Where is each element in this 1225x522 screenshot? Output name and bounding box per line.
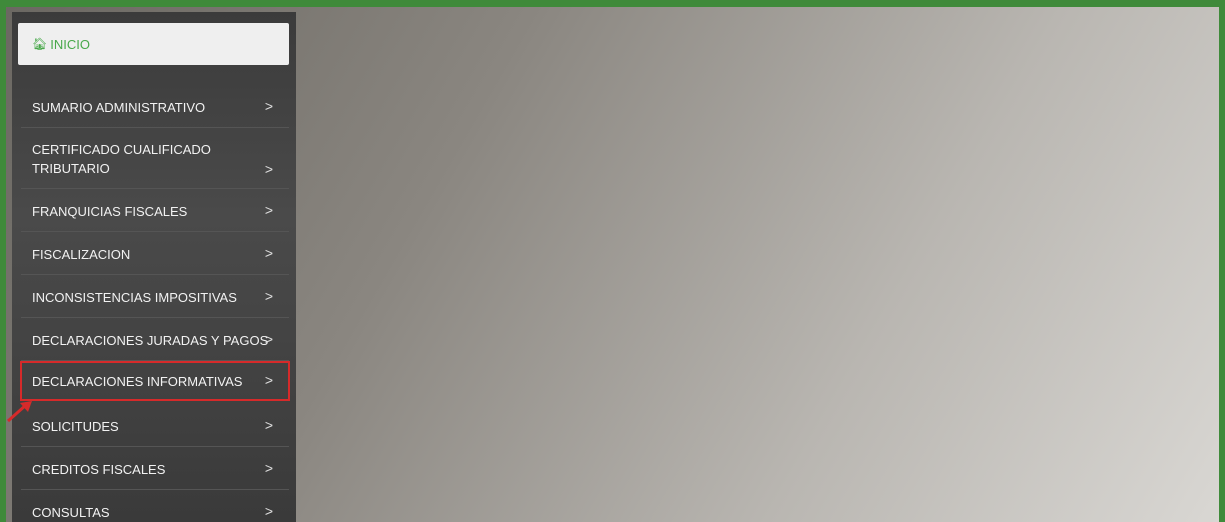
home-icon: 🏠︎ [32,37,48,51]
sidebar-item-label: FISCALIZACION [32,247,131,262]
sidebar-item-inconsistencias[interactable]: INCONSISTENCIAS IMPOSITIVAS > [21,276,289,318]
sidebar-item-solicitudes[interactable]: SOLICITUDES > [21,405,289,447]
sidebar: 🏠︎ INICIO SUMARIO ADMINISTRATIVO > CERTI… [12,12,296,522]
sidebar-item-label: CREDITOS FISCALES [32,462,166,477]
red-arrow-annotation [7,401,32,423]
chevron-right-icon: > [264,98,273,114]
sidebar-item-label: SOLICITUDES [32,419,119,434]
sidebar-item-declaraciones-informativas[interactable]: DECLARACIONES INFORMATIVAS > [20,361,290,401]
sidebar-item-label: CONSULTAS [32,505,110,520]
sidebar-item-label: CERTIFICADO CUALIFICADO TRIBUTARIO [32,142,211,176]
sidebar-item-label: INICIO [50,36,90,52]
sidebar-item-label: INCONSISTENCIAS IMPOSITIVAS [32,290,237,305]
chevron-right-icon: > [264,331,273,347]
sidebar-item-consultas[interactable]: CONSULTAS > [21,491,289,522]
app-frame: 🏠︎ INICIO SUMARIO ADMINISTRATIVO > CERTI… [6,7,1219,522]
chevron-right-icon: > [264,202,273,218]
chevron-right-icon: > [264,417,273,433]
sidebar-item-sumario[interactable]: SUMARIO ADMINISTRATIVO > [21,86,289,128]
sidebar-item-label: DECLARACIONES JURADAS Y PAGOS [32,333,269,348]
sidebar-item-label: DECLARACIONES INFORMATIVAS [32,374,243,389]
sidebar-item-declaraciones-juradas[interactable]: DECLARACIONES JURADAS Y PAGOS > [21,319,289,361]
chevron-right-icon: > [264,503,273,519]
sidebar-item-label: SUMARIO ADMINISTRATIVO [32,100,206,115]
sidebar-item-franquicias[interactable]: FRANQUICIAS FISCALES > [21,190,289,232]
chevron-right-icon: > [264,245,273,261]
sidebar-item-label: FRANQUICIAS FISCALES [32,204,188,219]
chevron-right-icon: > [264,460,273,476]
sidebar-item-inicio[interactable]: 🏠︎ INICIO [18,23,289,65]
chevron-right-icon: > [264,161,273,177]
sidebar-item-fiscalizacion[interactable]: FISCALIZACION > [21,233,289,275]
sidebar-item-certificado[interactable]: CERTIFICADO CUALIFICADO TRIBUTARIO > [21,129,289,189]
chevron-right-icon: > [264,288,273,304]
chevron-right-icon: > [264,372,273,388]
sidebar-item-creditos-fiscales[interactable]: CREDITOS FISCALES > [21,448,289,490]
